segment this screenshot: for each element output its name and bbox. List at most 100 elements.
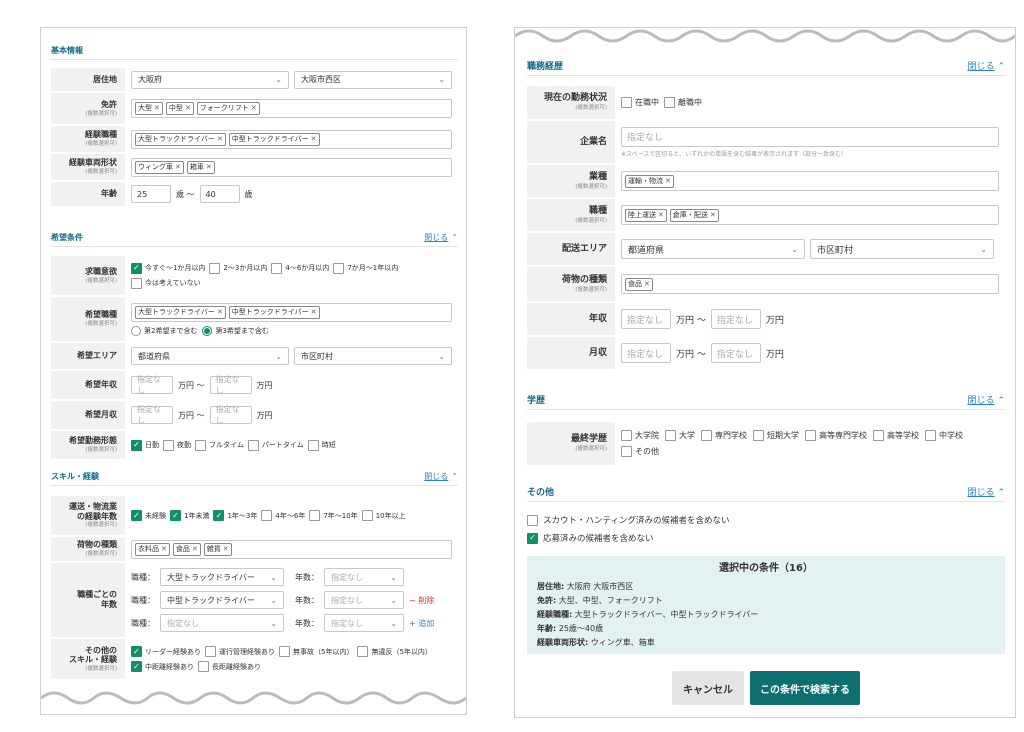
monthly-income-from[interactable]: 指定なし [621,343,671,363]
education-option[interactable]: 高等学校 [873,430,919,442]
tag[interactable]: 雑貨 ✕ [203,542,232,556]
company-input[interactable]: 指定なし [621,126,999,147]
annual-to-input[interactable]: 指定なし [209,375,252,395]
tag[interactable]: 倉庫・配送 ✕ [669,208,719,222]
eagerness-option[interactable]: ✓ 今すぐ〜1か月以内 [131,262,205,274]
monthly-to-input[interactable]: 指定なし [209,405,252,425]
education-option[interactable]: その他 [621,446,659,458]
tag[interactable]: 食品 ✕ [172,542,201,556]
tag[interactable]: 中型 ✕ [165,102,194,115]
close-icon[interactable]: ✕ [192,544,198,555]
other-skill-option[interactable]: 無事故（5年以内） [279,646,353,657]
close-icon[interactable]: ✕ [206,162,212,173]
delivery-city-select[interactable]: 市区町村 ⌄ [810,239,994,259]
eagerness-option[interactable]: 今は考えていない [131,277,201,289]
residence-pref-select[interactable]: 大阪府 ⌄ [131,70,289,89]
monthly-from-input[interactable]: 指定なし [131,405,173,425]
close-icon[interactable]: ✕ [710,210,716,221]
years-option[interactable]: 4年〜6年 [261,510,305,522]
close-icon[interactable]: ✕ [311,134,317,145]
education-option[interactable]: 大学院 [621,430,659,442]
close-icon[interactable]: ✕ [185,103,191,114]
tag[interactable]: 中型トラックドライバー ✕ [228,305,320,319]
close-icon[interactable]: ✕ [154,103,160,114]
monthly-income-to[interactable]: 指定なし [710,343,761,363]
other-skill-option[interactable]: 無違反（5年以内） [357,646,432,657]
work-style-option[interactable]: パートタイム [247,439,304,451]
close-icon[interactable]: ✕ [175,162,181,173]
exclude-scouted-checkbox[interactable]: スカウト・ハンティング済みの候補者を含めない [527,514,730,526]
work-style-option[interactable]: 時短 [307,439,336,451]
education-option[interactable]: 中学校 [925,430,963,442]
career-close-link[interactable]: 閉じる ⌃ [967,59,1005,72]
tag[interactable]: 陸上運送 ✕ [625,208,667,222]
age-from-input[interactable]: 25 [131,185,171,203]
desire-close-link[interactable]: 閉じる ⌃ [424,232,458,243]
exp-vehicle-tag-input[interactable]: ウィング車 ✕ 箱車 ✕ [131,157,452,177]
work-style-option[interactable]: 夜勤 [163,439,191,451]
education-option[interactable]: 大学 [665,430,695,442]
cargo-type-tag-input[interactable]: 食品 ✕ [621,274,999,294]
close-icon[interactable]: ✕ [217,307,223,318]
annual-income-to[interactable]: 指定なし [710,309,761,329]
industry-tag-input[interactable]: 運輸・物流 ✕ [621,171,999,191]
eagerness-option[interactable]: 4〜6か月以内 [271,262,329,274]
education-close-link[interactable]: 閉じる ⌃ [967,393,1005,406]
close-icon[interactable]: ✕ [217,134,223,145]
next-close-link[interactable]: 閉じる [434,704,458,715]
work-style-option[interactable]: ✓ 日勤 [131,439,159,451]
cargo-tag-input[interactable]: 衣料品 ✕ 食品 ✕ 雑貨 ✕ [131,539,452,559]
add-row-button[interactable]: + 追加 [409,618,434,629]
education-option[interactable]: 高等専門学校 [805,430,867,442]
close-icon[interactable]: ✕ [251,103,257,114]
other-skill-option[interactable]: 運行管理経験あり [205,646,275,657]
close-icon[interactable]: ✕ [161,544,167,555]
area-pref-select[interactable]: 都道府県 ⌄ [131,347,289,365]
eagerness-option[interactable]: 7か月〜1年以内 [333,262,398,274]
tag[interactable]: 衣料品 ✕ [135,542,170,556]
years-option[interactable]: 10年以上 [361,510,406,522]
annual-from-input[interactable]: 指定なし [131,375,173,395]
other-skill-option[interactable]: 長距離経験あり [198,661,261,672]
exclude-applied-checkbox[interactable]: ✓ 応募済みの候補者を含めない [527,532,654,544]
close-icon[interactable]: ✕ [644,279,650,290]
work-style-option[interactable]: フルタイム [195,439,244,451]
residence-city-select[interactable]: 大阪市西区 ⌄ [294,70,452,89]
tag[interactable]: 中型トラックドライバー ✕ [228,132,320,146]
area-city-select[interactable]: 市区町村 ⌄ [294,347,452,365]
years-select[interactable]: 指定なし ⌄ [324,614,404,632]
tag[interactable]: 食品 ✕ [625,277,653,291]
close-icon[interactable]: ✕ [658,210,664,221]
exp-job-tag-input[interactable]: 大型トラックドライバー ✕ 中型トラックドライバー ✕ [131,129,452,149]
delivery-pref-select[interactable]: 都道府県 ⌄ [621,239,805,259]
other-skill-option[interactable]: ✓ 中距離経験あり [131,661,194,672]
annual-income-from[interactable]: 指定なし [621,309,671,329]
age-to-input[interactable]: 40 [199,185,240,203]
years-select[interactable]: 指定なし ⌄ [324,568,404,586]
radio-third-choice[interactable]: 第3希望まで含む [202,325,269,336]
job-select[interactable]: 大型トラックドライバー ⌄ [160,568,284,586]
other-skill-option[interactable]: ✓ リーダー経験あり [131,646,201,657]
delete-row-button[interactable]: − 削除 [409,595,434,606]
tag[interactable]: 大型トラックドライバー ✕ [135,132,226,146]
close-icon[interactable]: ✕ [223,544,229,555]
tag[interactable]: ウィング車 ✕ [135,160,184,174]
years-option[interactable]: ✓ 未経験 [131,510,166,522]
years-option[interactable]: 7年〜10年 [309,510,358,522]
years-select[interactable]: 指定なし ⌄ [324,591,404,609]
education-option[interactable]: 専門学校 [701,430,747,442]
radio-second-choice[interactable]: 第2希望まで含む [131,325,197,336]
job-select[interactable]: 中型トラックドライバー ⌄ [160,591,284,609]
license-tag-input[interactable]: 大型 ✕ 中型 ✕ フォークリフト ✕ [131,99,452,118]
status-option[interactable]: 離職中 [664,97,702,109]
tag[interactable]: 大型 ✕ [135,102,163,115]
job-select[interactable]: 指定なし ⌄ [160,614,284,632]
cancel-button[interactable]: キャンセル [672,671,744,705]
eagerness-option[interactable]: 2〜3か月以内 [209,262,267,274]
tag[interactable]: 運輸・物流 ✕ [625,174,674,188]
other-close-link[interactable]: 閉じる ⌃ [967,485,1005,498]
years-option[interactable]: ✓ 1年〜3年 [213,510,257,522]
tag[interactable]: 箱車 ✕ [186,160,215,174]
search-button[interactable]: この条件で検索する [750,671,860,705]
education-option[interactable]: 短期大学 [753,430,799,442]
